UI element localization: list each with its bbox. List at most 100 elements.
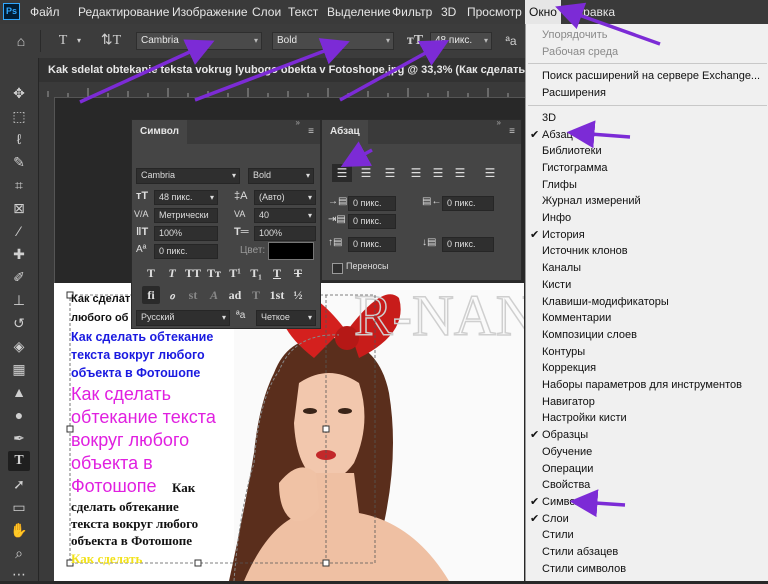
window-menu-item[interactable]: Источник клонов — [542, 243, 628, 259]
window-menu-item[interactable]: Настройки кисти — [542, 410, 627, 426]
move-tool-icon[interactable]: ✥ — [8, 83, 30, 103]
character-leading[interactable]: (Авто) ▾ — [254, 190, 316, 205]
small-caps-button[interactable]: Tт — [205, 264, 223, 282]
indent-left-field[interactable]: 0 пикс. — [348, 196, 396, 211]
horizontal-ruler[interactable] — [38, 82, 525, 98]
frame-tool-icon[interactable]: ⊠ — [8, 198, 30, 218]
indent-first-line-field[interactable]: 0 пикс. — [348, 214, 396, 229]
brush-tool-icon[interactable]: ✐ — [8, 267, 30, 287]
aa-icon[interactable]: ªa — [500, 30, 522, 52]
hand-tool-icon[interactable]: ✋ — [8, 520, 30, 540]
character-horizontal-scale[interactable]: 100% — [254, 226, 316, 241]
chevron-down-icon[interactable]: ▾ — [74, 30, 84, 52]
window-menu-item[interactable]: Стили абзацев — [542, 544, 618, 560]
window-menu-item[interactable]: Коррекция — [542, 360, 596, 376]
ordinals-button[interactable]: 1st — [268, 286, 286, 304]
menu-type[interactable]: Текст — [288, 0, 318, 24]
character-vertical-scale[interactable]: 100% — [154, 226, 218, 241]
vertical-ruler[interactable] — [38, 97, 55, 581]
menu-edit[interactable]: Редактирование — [78, 0, 169, 24]
window-menu-item[interactable]: Операции — [542, 461, 593, 477]
align-right-icon[interactable]: ☰ — [380, 164, 400, 182]
all-caps-button[interactable]: TT — [184, 264, 202, 282]
window-menu-item[interactable]: Абзац — [542, 127, 573, 143]
window-menu-item[interactable]: Стили символов — [542, 561, 626, 577]
window-menu-item[interactable]: Свойства — [542, 477, 590, 493]
align-left-icon[interactable]: ☰ — [332, 164, 352, 182]
justify-last-right-icon[interactable]: ☰ — [450, 164, 470, 182]
character-font-family[interactable]: Cambria ▾ — [136, 168, 240, 184]
tab-paragraph[interactable]: Абзац — [322, 120, 368, 144]
stylistic-alternates-button[interactable]: ad — [226, 286, 244, 304]
font-size-select[interactable]: 48 пикс. ▾ — [430, 32, 492, 50]
faux-italic-button[interactable]: T — [163, 264, 181, 282]
rectangle-tool-icon[interactable]: ▭ — [8, 497, 30, 517]
window-menu-item[interactable]: Слои — [542, 511, 569, 527]
language-select[interactable]: Русский ▾ — [136, 310, 230, 326]
gradient-tool-icon[interactable]: ▦ — [8, 359, 30, 379]
window-menu-item[interactable]: Символ — [542, 494, 582, 510]
character-size[interactable]: 48 пикс. ▾ — [154, 190, 218, 205]
photoshop-logo-icon[interactable]: Ps — [3, 3, 20, 20]
panel-menu-icon[interactable]: ≡ — [308, 126, 314, 137]
character-baseline-shift[interactable]: 0 пикс. — [154, 244, 218, 259]
history-brush-tool-icon[interactable]: ↺ — [8, 313, 30, 333]
healing-brush-tool-icon[interactable]: ✚ — [8, 244, 30, 264]
type-tool-preset-icon[interactable]: T — [52, 30, 74, 52]
font-family-select[interactable]: Cambria ▾ — [136, 32, 262, 50]
justify-last-center-icon[interactable]: ☰ — [428, 164, 448, 182]
menu-3d[interactable]: 3D — [441, 0, 456, 24]
window-menu-item[interactable]: Контуры — [542, 344, 585, 360]
menu-filter[interactable]: Фильтр — [392, 0, 432, 24]
window-menu-item[interactable]: Клавиши-модификаторы — [542, 294, 669, 310]
menu-window[interactable]: Окно — [525, 0, 561, 24]
window-menu-item[interactable]: Стили — [542, 527, 574, 543]
document-tab[interactable]: Kak sdelat obtekanie teksta vokrug lyubo… — [38, 58, 528, 82]
discretionary-ligatures-button[interactable]: st — [184, 286, 202, 304]
menu-view[interactable]: Просмотр — [467, 0, 522, 24]
font-style-select[interactable]: Bold ▾ — [272, 32, 394, 50]
window-menu-item[interactable]: Обучение — [542, 444, 592, 460]
align-center-icon[interactable]: ☰ — [356, 164, 376, 182]
window-menu-item[interactable]: Наборы параметров для инструментов — [542, 377, 742, 393]
window-menu-item[interactable]: Журнал измерений — [542, 193, 641, 209]
eyedropper-tool-icon[interactable]: ⁄ — [8, 221, 30, 241]
tab-character[interactable]: Символ — [132, 120, 187, 144]
standard-ligatures-button[interactable]: fi — [142, 286, 160, 304]
window-menu-item[interactable]: Навигатор — [542, 394, 595, 410]
collapse-icon[interactable]: » — [296, 118, 300, 127]
blur-tool-icon[interactable]: ▲ — [8, 382, 30, 402]
window-menu-item[interactable]: 3D — [542, 110, 556, 126]
quick-select-tool-icon[interactable]: ✎ — [8, 152, 30, 172]
underline-button[interactable]: T — [268, 264, 286, 282]
contextual-alternates-button[interactable]: ℴ — [163, 286, 181, 304]
window-menu-item[interactable]: Гистограмма — [542, 160, 608, 176]
space-after-field[interactable]: 0 пикс. — [442, 237, 494, 252]
crop-tool-icon[interactable]: ⌗ — [8, 175, 30, 195]
titling-alternates-button[interactable]: T — [247, 286, 265, 304]
window-menu-item[interactable]: Глифы — [542, 177, 577, 193]
text-color-swatch[interactable] — [268, 242, 314, 260]
window-menu-item[interactable]: Каналы — [542, 260, 581, 276]
window-menu-item[interactable]: Комментарии — [542, 310, 611, 326]
panel-menu-icon[interactable]: ≡ — [509, 126, 515, 137]
window-menu-item[interactable]: Расширения — [542, 85, 606, 101]
pen-tool-icon[interactable]: ✒ — [8, 428, 30, 448]
window-menu-item[interactable]: Кисти — [542, 277, 571, 293]
justify-all-icon[interactable]: ☰ — [480, 164, 500, 182]
faux-bold-button[interactable]: T — [142, 264, 160, 282]
superscript-button[interactable]: T¹ — [226, 264, 244, 282]
toggle-orientation-icon[interactable]: ⇅T — [100, 30, 122, 52]
type-tool-icon[interactable]: T — [8, 451, 30, 471]
window-menu-item[interactable]: Поиск расширений на сервере Exchange... — [542, 68, 760, 84]
dodge-tool-icon[interactable]: ● — [8, 405, 30, 425]
menu-help[interactable]: Справка — [568, 0, 615, 24]
zoom-tool-icon[interactable]: ⌕ — [8, 543, 30, 563]
window-menu-item[interactable]: История — [542, 227, 585, 243]
menu-image[interactable]: Изображение — [172, 0, 248, 24]
window-menu-item[interactable]: Композиции слоев — [542, 327, 637, 343]
menu-layers[interactable]: Слои — [252, 0, 281, 24]
character-font-style[interactable]: Bold ▾ — [248, 168, 314, 184]
window-menu-item[interactable]: Образцы — [542, 427, 588, 443]
antialias-select[interactable]: Четкое ▾ — [256, 310, 316, 326]
